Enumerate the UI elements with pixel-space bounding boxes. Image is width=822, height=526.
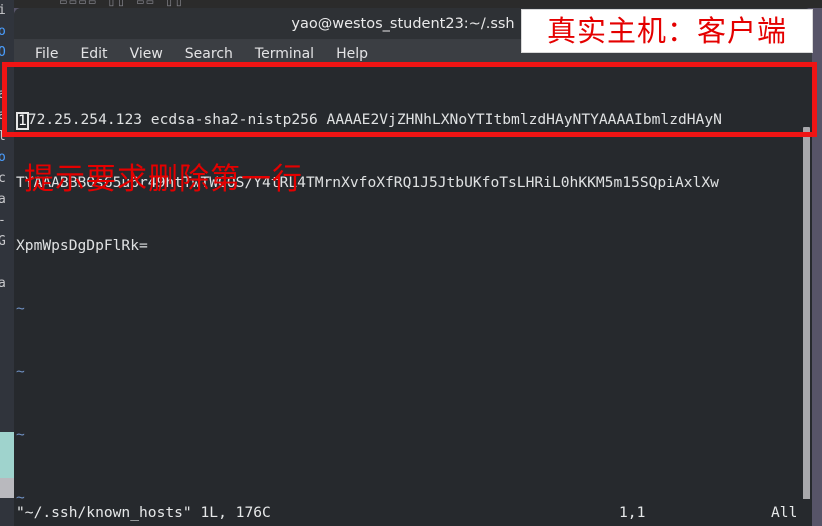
vim-tilde-line: ~ <box>16 363 25 380</box>
vim-cursor-block: 1 <box>16 112 29 130</box>
background-left-glyphs: i o O a a l o c a - G a <box>0 3 6 291</box>
annotation-hint-text: 提示要求删除第一行 <box>24 162 303 197</box>
vim-status-cursor-position: 1,1 <box>619 504 646 521</box>
menu-item-help[interactable]: Help <box>325 44 379 64</box>
menu-item-view[interactable]: View <box>119 44 174 64</box>
vim-line-1-text: 72.25.254.123 ecdsa-sha2-nistp256 AAAAE2… <box>27 111 722 128</box>
vim-status-scroll-indicator: All <box>771 504 798 521</box>
background-window-titlebar-strip: ▭▭▭▭ ⌷⌷ ▭▭ ⌷⌷ <box>0 0 822 8</box>
vim-line-1: 172.25.254.123 ecdsa-sha2-nistp256 AAAAE… <box>14 109 812 130</box>
vim-status-filename: "~/.ssh/known_hosts" 1L, 176C <box>16 504 271 521</box>
terminal-scrollbar[interactable] <box>803 127 810 526</box>
background-window-ghost-text: ▭▭▭▭ ⌷⌷ ▭▭ ⌷⌷ <box>60 0 186 8</box>
terminal-window: yao@westos_student23:~/.ssh File Edit Vi… <box>14 8 812 526</box>
annotation-host-label-text: 真实主机：客户端 <box>546 13 787 48</box>
background-teal-block <box>0 432 14 478</box>
vim-tilde-line: ~ <box>16 300 25 317</box>
terminal-body[interactable]: 172.25.254.123 ecdsa-sha2-nistp256 AAAAE… <box>14 67 812 526</box>
annotation-host-label-box: 真实主机：客户端 <box>521 9 813 53</box>
vim-line-3: XpmWpsDgDpFlRk= <box>16 237 148 254</box>
background-grey-block <box>0 478 14 498</box>
menu-item-search[interactable]: Search <box>174 44 244 64</box>
menu-item-terminal[interactable]: Terminal <box>244 44 325 64</box>
vim-status-line: "~/.ssh/known_hosts" 1L, 176C 1,1 All <box>14 499 812 526</box>
screen: ▭▭▭▭ ⌷⌷ ▭▭ ⌷⌷ i o O a a l o c a - G a ya… <box>0 0 822 526</box>
menu-item-file[interactable]: File <box>24 44 69 64</box>
vim-tilde-line: ~ <box>16 426 25 443</box>
menu-item-edit[interactable]: Edit <box>69 44 118 64</box>
vim-buffer[interactable]: 172.25.254.123 ecdsa-sha2-nistp256 AAAAE… <box>14 67 812 526</box>
background-window-left-column: i o O a a l o c a - G a <box>0 0 14 526</box>
terminal-title: yao@westos_student23:~/.ssh <box>291 15 515 32</box>
